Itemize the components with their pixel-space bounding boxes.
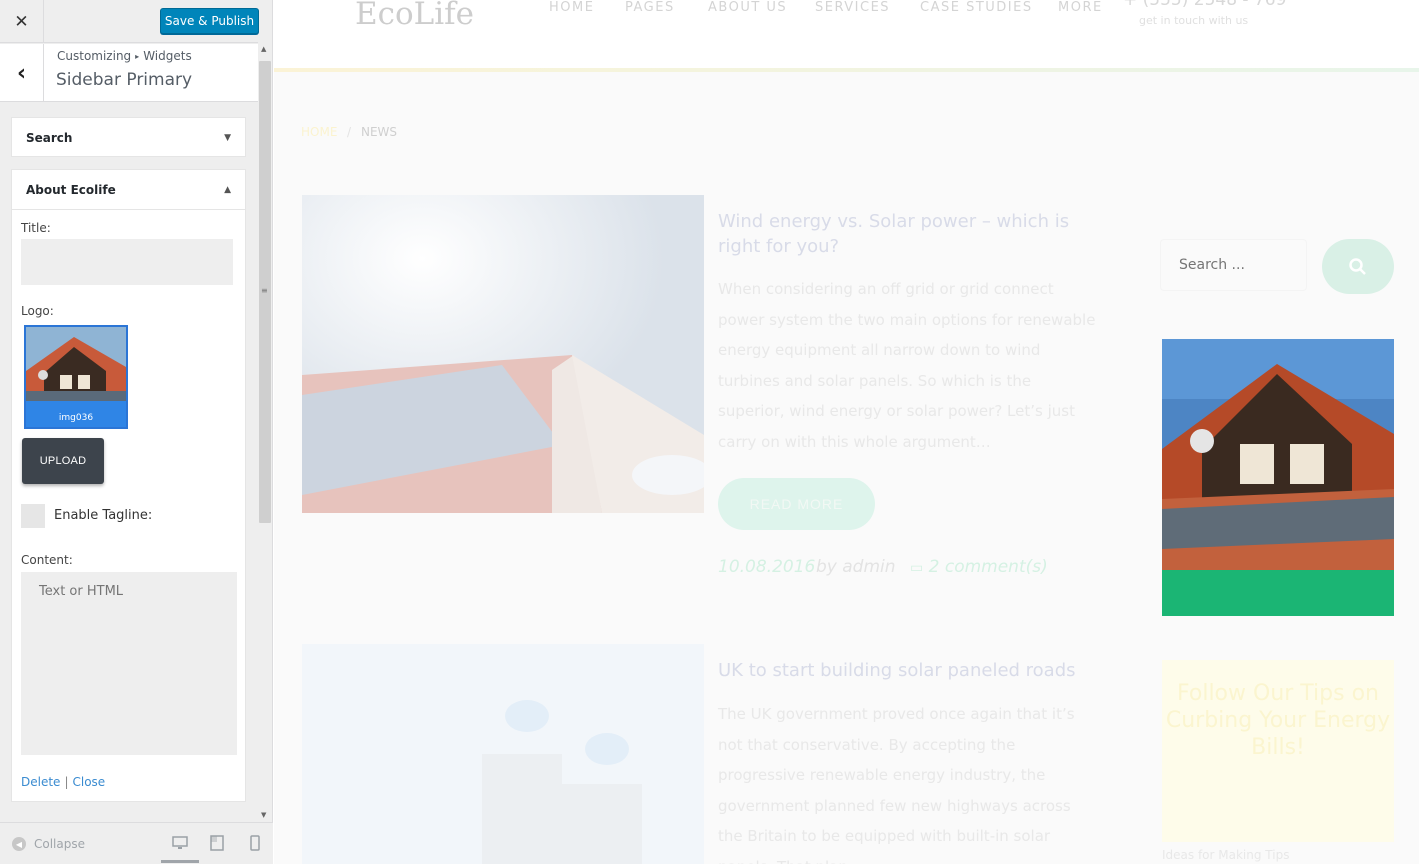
- enable-tagline-checkbox[interactable]: [21, 504, 45, 528]
- title-label: Title:: [21, 221, 51, 235]
- post-comments[interactable]: ▭ 2 comment(s): [910, 557, 1048, 577]
- post-title[interactable]: Wind energy vs. Solar power – which is r…: [718, 209, 1098, 259]
- nav-item-services[interactable]: SERVICES: [815, 0, 890, 15]
- post-excerpt: The UK government proved once again that…: [718, 705, 1075, 864]
- collapse-label: Collapse: [34, 837, 85, 851]
- widget-about-ecolife: About Ecolife ▲ Title: Logo: img036 UPLO…: [11, 169, 246, 802]
- mobile-preview-icon[interactable]: [246, 835, 264, 853]
- back-button[interactable]: ‹: [0, 44, 44, 102]
- search-icon: [1349, 257, 1366, 275]
- widget-about-header[interactable]: About Ecolife ▲: [12, 170, 245, 210]
- link-separator: |: [64, 775, 69, 789]
- post-title[interactable]: UK to start building solar paneled roads: [718, 658, 1098, 683]
- logo-thumbnail[interactable]: img036: [24, 325, 128, 429]
- post-image-solar-roof[interactable]: [302, 195, 704, 513]
- customizer-panel: ✕ Save & Publish ‹ Customizing ▸ Widgets S…: [0, 0, 273, 864]
- save-publish-button[interactable]: Save & Publish: [160, 8, 259, 34]
- breadcrumb-item: Widgets: [143, 49, 192, 63]
- post-comments-label: 2 comment(s): [928, 557, 1048, 577]
- close-icon: ✕: [14, 11, 29, 32]
- tips-caption: Ideas for Making Tips: [1162, 848, 1290, 862]
- enable-tagline-label: Enable Tagline:: [54, 508, 153, 523]
- upload-button[interactable]: UPLOAD: [22, 438, 104, 484]
- chevron-left-icon: ‹: [16, 60, 27, 86]
- caret-down-icon: ▼: [224, 133, 231, 143]
- breadcrumb-separator-icon: ▸: [135, 52, 140, 61]
- site-preview: EcoLife HOME PAGES ABOUT US SERVICES CAS…: [274, 0, 1419, 864]
- breadcrumb-item: Customizing: [57, 49, 132, 63]
- post-date: 10.08.2016: [718, 557, 816, 577]
- collapse-icon: ◀: [12, 837, 26, 851]
- site-search-input[interactable]: [1160, 239, 1307, 291]
- close-customizer-button[interactable]: ✕: [0, 0, 44, 43]
- customizer-footer: ◀ Collapse: [0, 822, 273, 864]
- collapse-button[interactable]: ◀ Collapse: [12, 837, 85, 851]
- nav-item-more[interactable]: MORE: [1058, 0, 1103, 15]
- scroll-up-icon[interactable]: ▲: [261, 45, 266, 53]
- tips-banner[interactable]: Follow Our Tips on Curbing Your Energy B…: [1162, 660, 1394, 842]
- breadcrumb-separator: /: [347, 125, 352, 139]
- panel-scrollbar[interactable]: ▲ ≡ ▼: [258, 43, 272, 821]
- sidebar-green-band: [1162, 570, 1394, 616]
- post-author[interactable]: by admin: [816, 557, 896, 577]
- header-phone: + (555) 2548 - 769: [1123, 0, 1287, 10]
- house-image: [26, 327, 126, 427]
- delete-link[interactable]: Delete: [21, 775, 60, 789]
- post-image-engineers[interactable]: [302, 644, 704, 864]
- header-divider: [274, 68, 1419, 72]
- breadcrumb-current: NEWS: [361, 125, 398, 139]
- site-logo[interactable]: EcoLife: [355, 0, 474, 32]
- breadcrumb: Customizing ▸ Widgets: [57, 49, 192, 63]
- read-more-button[interactable]: READ MORE: [718, 478, 875, 530]
- section-title-bar: ‹ Customizing ▸ Widgets Sidebar Primary: [0, 44, 258, 102]
- header-phone-sub: get in touch with us: [1139, 14, 1249, 27]
- scroll-down-icon[interactable]: ▼: [261, 811, 266, 819]
- tablet-preview-icon[interactable]: [208, 835, 226, 853]
- widget-search: Search ▼: [11, 117, 246, 157]
- site-search-button[interactable]: [1322, 239, 1394, 294]
- site-header: EcoLife HOME PAGES ABOUT US SERVICES CAS…: [274, 0, 1419, 68]
- customizer-header: ✕ Save & Publish: [0, 0, 259, 43]
- nav-item-home[interactable]: HOME: [549, 0, 594, 15]
- content-label: Content:: [21, 553, 73, 567]
- nav-item-about[interactable]: ABOUT US: [708, 0, 787, 15]
- sidebar-house-image: [1162, 339, 1394, 570]
- grip-icon: ≡: [261, 286, 268, 295]
- desktop-preview-icon[interactable]: [161, 835, 199, 863]
- comment-icon: ▭: [910, 560, 924, 576]
- post-excerpt: When considering an off grid or grid con…: [718, 280, 1096, 451]
- widget-title: About Ecolife: [26, 182, 116, 197]
- nav-item-pages[interactable]: PAGES: [625, 0, 675, 15]
- caret-up-icon: ▲: [224, 184, 231, 195]
- content-textarea[interactable]: [21, 572, 237, 755]
- widget-actions: Delete | Close: [21, 775, 105, 789]
- section-title: Sidebar Primary: [56, 70, 193, 90]
- close-link[interactable]: Close: [72, 775, 105, 789]
- nav-item-case-studies[interactable]: CASE STUDIES: [920, 0, 1033, 15]
- logo-filename: img036: [58, 413, 94, 423]
- widget-title: Search: [26, 131, 73, 145]
- logo-label: Logo:: [21, 304, 54, 318]
- widget-list: Search ▼ About Ecolife ▲ Title: Logo: im…: [0, 103, 258, 821]
- widget-search-header[interactable]: Search ▼: [12, 118, 245, 158]
- breadcrumb-home[interactable]: HOME: [301, 125, 337, 139]
- title-input[interactable]: [21, 239, 233, 285]
